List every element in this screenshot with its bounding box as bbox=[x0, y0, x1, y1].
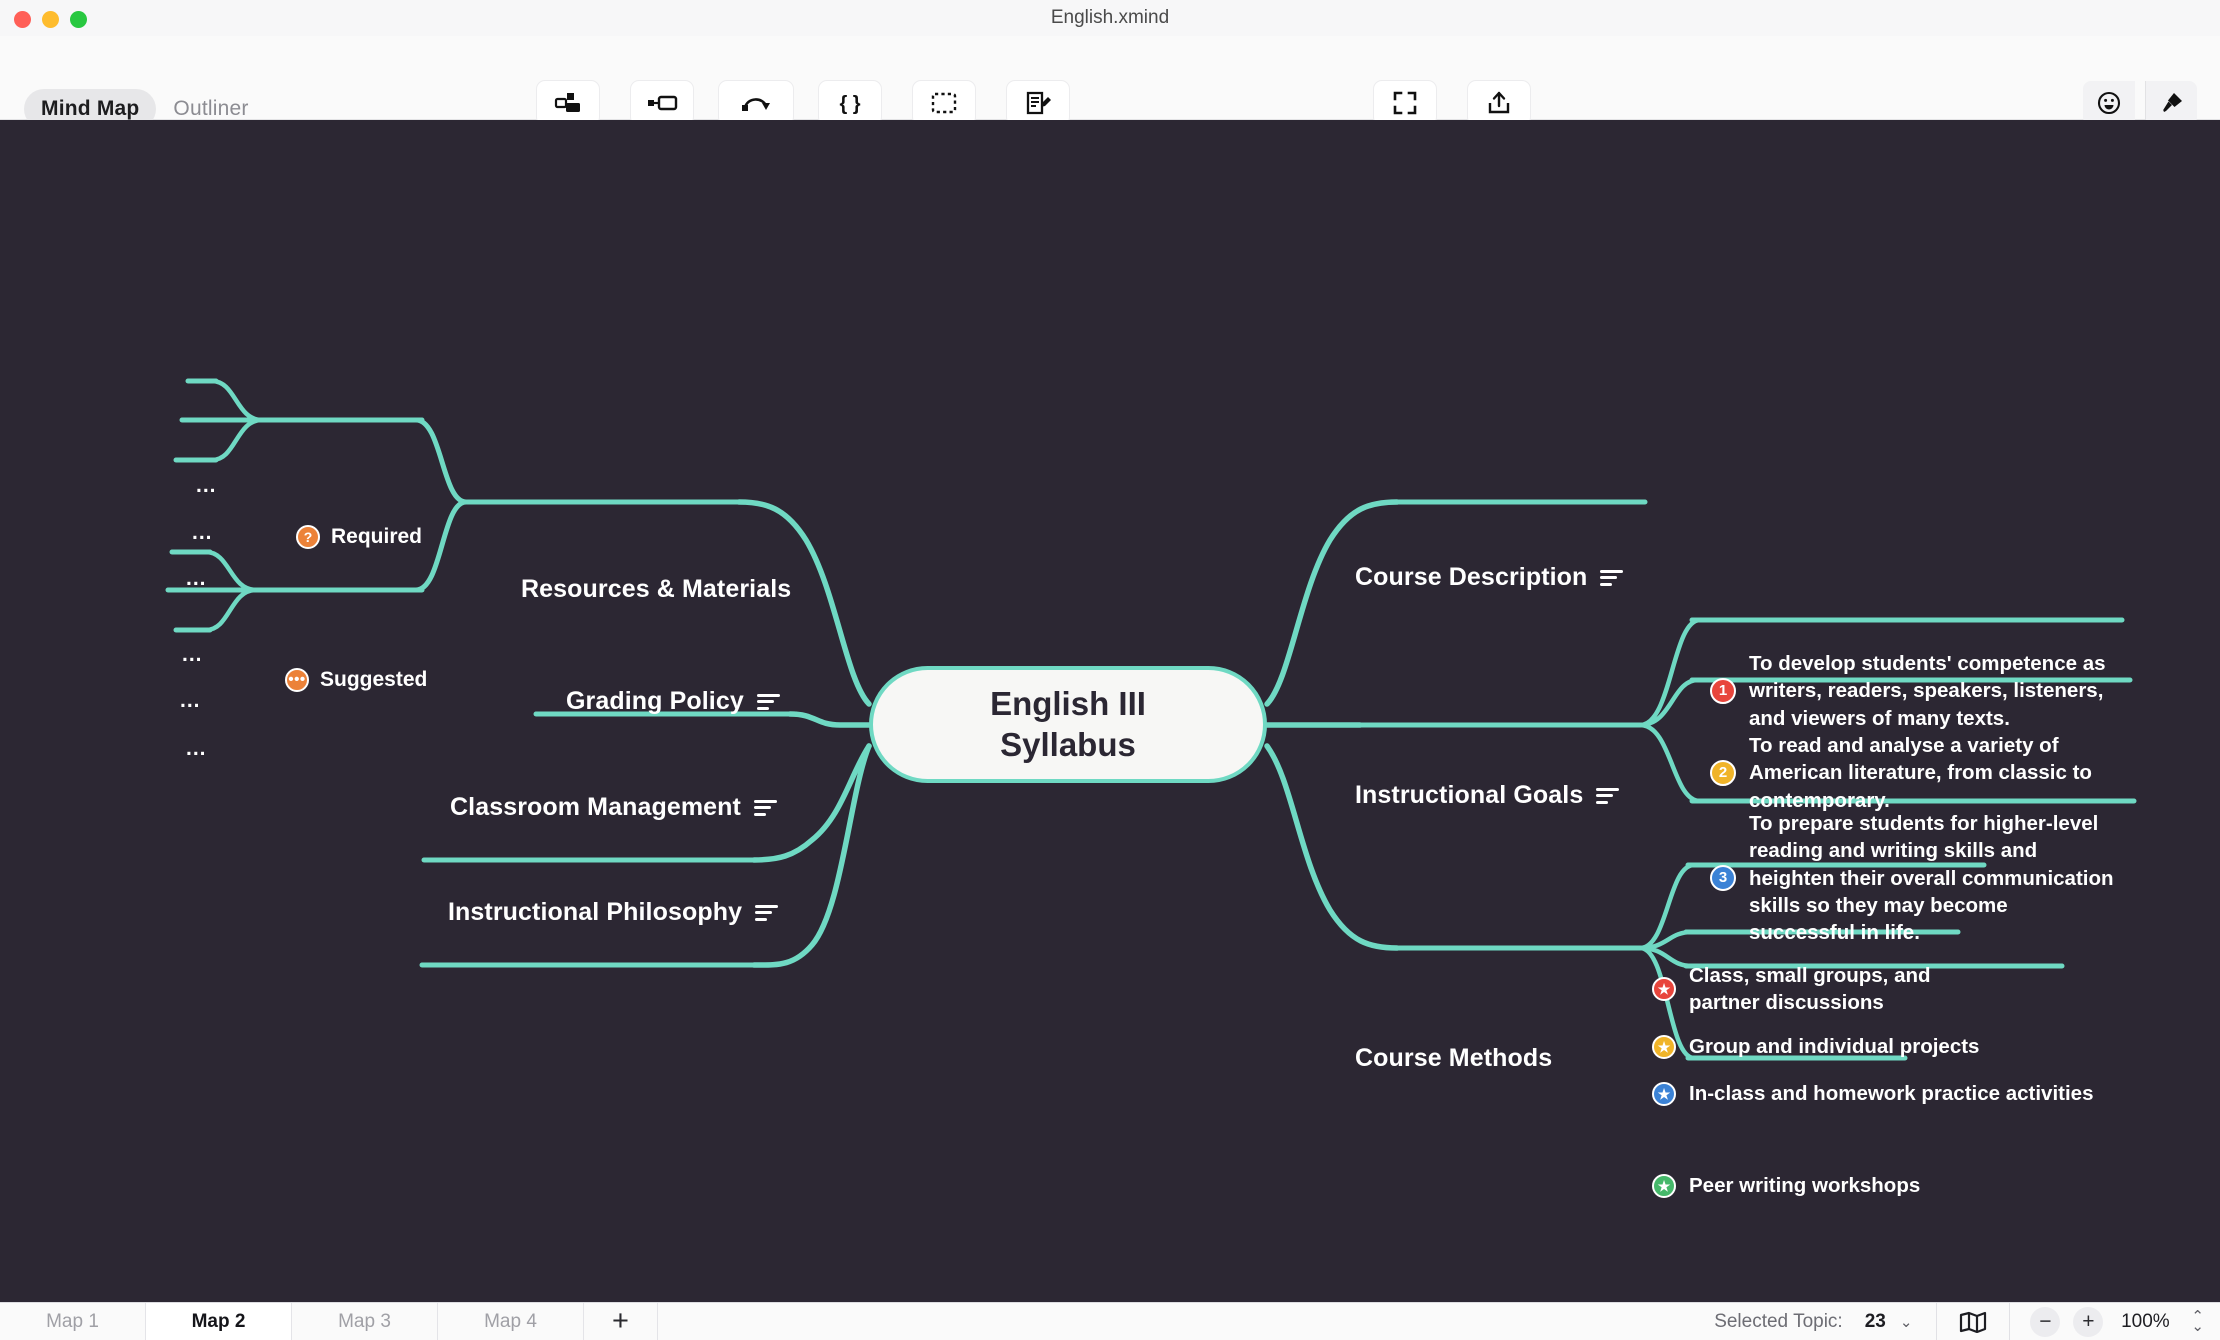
map-tab-3[interactable]: Map 3 bbox=[292, 1303, 438, 1340]
method-text: Peer writing workshops bbox=[1689, 1174, 1921, 1197]
placeholder-topic[interactable]: ... bbox=[182, 644, 203, 665]
paintbrush-icon bbox=[2145, 81, 2197, 125]
branch-label: Grading Policy bbox=[566, 687, 744, 715]
goal-text: To develop students' competence as write… bbox=[1749, 652, 2106, 730]
note-indicator-icon[interactable] bbox=[1596, 787, 1620, 804]
subtopic-suggested[interactable]: ••• Suggested bbox=[285, 668, 427, 692]
selected-topic-count: 23 bbox=[1864, 1310, 1886, 1332]
branch-label: Classroom Management bbox=[450, 793, 741, 821]
smiley-icon bbox=[2083, 81, 2135, 125]
method-item[interactable]: ★ Group and individual projects bbox=[1652, 1033, 1979, 1060]
branch-label: Instructional Goals bbox=[1355, 781, 1584, 809]
star-badge-icon: ★ bbox=[1652, 977, 1676, 1002]
subtopic-required[interactable]: ? Required bbox=[296, 525, 422, 549]
maximize-button[interactable] bbox=[70, 11, 87, 28]
subtopic-label: Suggested bbox=[320, 668, 428, 691]
method-text: Class, small groups, and partner discuss… bbox=[1689, 964, 1931, 1015]
branch-label: Course Methods bbox=[1355, 1044, 1553, 1072]
central-topic[interactable]: English III Syllabus bbox=[869, 666, 1267, 783]
summary-icon: { } bbox=[819, 81, 881, 125]
map-tab-1[interactable]: Map 1 bbox=[0, 1303, 146, 1340]
branch-course-methods[interactable]: Course Methods bbox=[1355, 1044, 1552, 1073]
star-badge-icon: ★ bbox=[1652, 1173, 1676, 1198]
selected-topic-label: Selected Topic: bbox=[1714, 1310, 1843, 1332]
status-bar: Map 1 Map 2 Map 3 Map 4 + Selected Topic… bbox=[0, 1302, 2220, 1340]
central-topic-line1: English III bbox=[990, 685, 1146, 723]
star-badge-icon: ★ bbox=[1652, 1034, 1676, 1059]
method-item[interactable]: ★ In-class and homework practice activit… bbox=[1652, 1080, 2093, 1107]
zoom-level: 100% bbox=[2121, 1310, 2170, 1332]
minimize-button[interactable] bbox=[42, 11, 59, 28]
branch-label: Course Description bbox=[1355, 563, 1588, 591]
close-button[interactable] bbox=[14, 11, 31, 28]
goal-text: To prepare students for higher-level rea… bbox=[1749, 812, 2114, 944]
statusbar-right: Selected Topic: 23 ⌄ − + 100% ⌃ ⌄ bbox=[1714, 1303, 2220, 1340]
branch-course-description[interactable]: Course Description bbox=[1355, 563, 1624, 592]
branch-instructional-goals[interactable]: Instructional Goals bbox=[1355, 781, 1620, 810]
relationship-icon bbox=[719, 81, 793, 125]
question-badge-icon: ? bbox=[296, 525, 320, 549]
placeholder-topic[interactable]: ... bbox=[180, 690, 201, 711]
note-indicator-icon[interactable] bbox=[753, 799, 777, 816]
central-topic-line2: Syllabus bbox=[1000, 725, 1136, 763]
topic-icon bbox=[537, 81, 599, 125]
placeholder-topic[interactable]: ... bbox=[192, 522, 213, 543]
goal-item[interactable]: 3 To prepare students for higher-level r… bbox=[1710, 810, 2115, 946]
method-text: In-class and homework practice activitie… bbox=[1689, 1082, 2094, 1105]
zoom-out-button[interactable]: − bbox=[2030, 1306, 2061, 1337]
method-item[interactable]: ★ Peer writing workshops bbox=[1652, 1172, 1920, 1199]
chevron-down-icon[interactable]: ⌄ bbox=[1900, 1313, 1913, 1331]
branch-label: Resources & Materials bbox=[521, 575, 792, 603]
share-icon bbox=[1468, 81, 1530, 125]
window-controls[interactable] bbox=[14, 11, 87, 28]
zoom-controls: − + 100% ⌃ ⌄ bbox=[2010, 1306, 2220, 1337]
map-tab-4[interactable]: Map 4 bbox=[438, 1303, 584, 1340]
map-tab-2[interactable]: Map 2 bbox=[146, 1303, 292, 1340]
method-item[interactable]: ★ Class, small groups, and partner discu… bbox=[1652, 962, 1952, 1017]
branch-grading-policy[interactable]: Grading Policy bbox=[566, 687, 780, 716]
goal-item[interactable]: 1 To develop students' competence as wri… bbox=[1710, 650, 2110, 732]
branch-instructional-philosophy[interactable]: Instructional Philosophy bbox=[448, 898, 779, 927]
map-overview-icon[interactable] bbox=[1937, 1311, 2009, 1333]
note-indicator-icon[interactable] bbox=[756, 693, 780, 710]
number-badge-icon: 3 bbox=[1710, 865, 1736, 892]
method-text: Group and individual projects bbox=[1689, 1035, 1980, 1058]
branch-classroom-management[interactable]: Classroom Management bbox=[450, 793, 777, 822]
goal-text: To read and analyse a variety of America… bbox=[1749, 734, 2092, 812]
svg-text:{ }: { } bbox=[839, 93, 860, 115]
mindmap-canvas[interactable]: English III Syllabus Resources & Materia… bbox=[0, 120, 2220, 1302]
zoom-stepper-icon[interactable]: ⌃ ⌄ bbox=[2191, 1309, 2204, 1334]
branch-resources-materials[interactable]: Resources & Materials bbox=[521, 575, 791, 604]
title-bar: English.xmind bbox=[0, 0, 2220, 36]
zoom-in-button[interactable]: + bbox=[2073, 1306, 2104, 1337]
goal-item[interactable]: 2 To read and analyse a variety of Ameri… bbox=[1710, 732, 2110, 814]
placeholder-topic[interactable]: ... bbox=[186, 738, 207, 759]
add-map-button[interactable]: + bbox=[584, 1303, 658, 1340]
number-badge-icon: 2 bbox=[1710, 759, 1736, 786]
placeholder-topic[interactable]: ... bbox=[186, 568, 207, 589]
note-indicator-icon[interactable] bbox=[755, 904, 779, 921]
window-title: English.xmind bbox=[1050, 7, 1170, 28]
boundary-icon bbox=[913, 81, 975, 125]
placeholder-topic[interactable]: ... bbox=[196, 475, 217, 496]
branch-label: Instructional Philosophy bbox=[448, 898, 743, 926]
subtopic-icon bbox=[631, 81, 693, 125]
note-icon bbox=[1007, 81, 1069, 125]
star-badge-icon: ★ bbox=[1652, 1081, 1676, 1106]
toolbar: Mind Map Outliner Topic Subtop bbox=[0, 36, 2220, 148]
ellipsis-badge-icon: ••• bbox=[285, 668, 309, 692]
note-indicator-icon[interactable] bbox=[1600, 569, 1624, 586]
subtopic-label: Required bbox=[331, 525, 423, 548]
statusbar-spacer bbox=[658, 1303, 1714, 1340]
fullscreen-icon bbox=[1374, 81, 1436, 125]
number-badge-icon: 1 bbox=[1710, 677, 1736, 704]
